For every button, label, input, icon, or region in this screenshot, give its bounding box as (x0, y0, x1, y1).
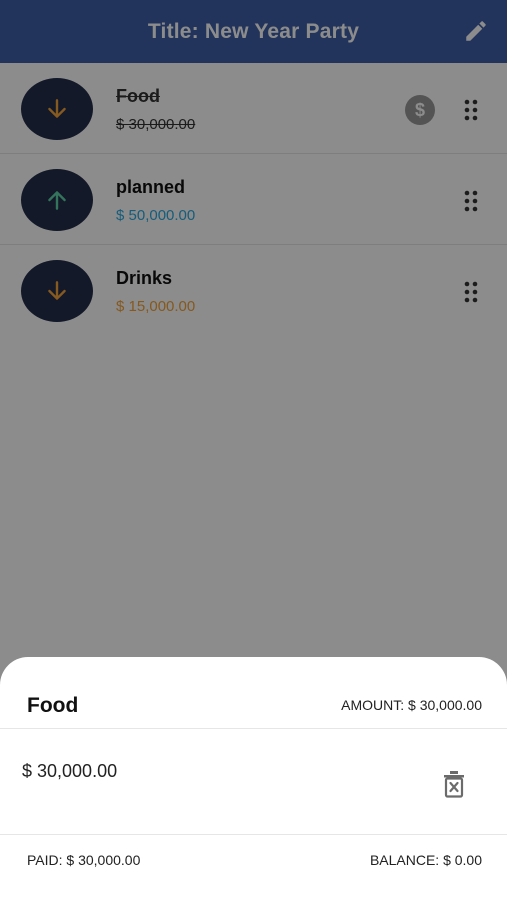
sheet-amount-label: AMOUNT: $ 30,000.00 (341, 697, 482, 713)
payment-row: $ 30,000.00 (0, 729, 507, 835)
sheet-title: Food (27, 694, 79, 717)
delete-icon[interactable] (441, 769, 467, 799)
payment-value: $ 30,000.00 (22, 761, 118, 781)
balance-label: BALANCE: $ 0.00 (369, 852, 482, 868)
bottom-sheet: Food AMOUNT: $ 30,000.00 $ 30,000.00 PAI… (0, 657, 507, 900)
paid-label: PAID: $ 30,000.00 (27, 852, 141, 868)
sheet-header: Food AMOUNT: $ 30,000.00 (0, 657, 507, 729)
